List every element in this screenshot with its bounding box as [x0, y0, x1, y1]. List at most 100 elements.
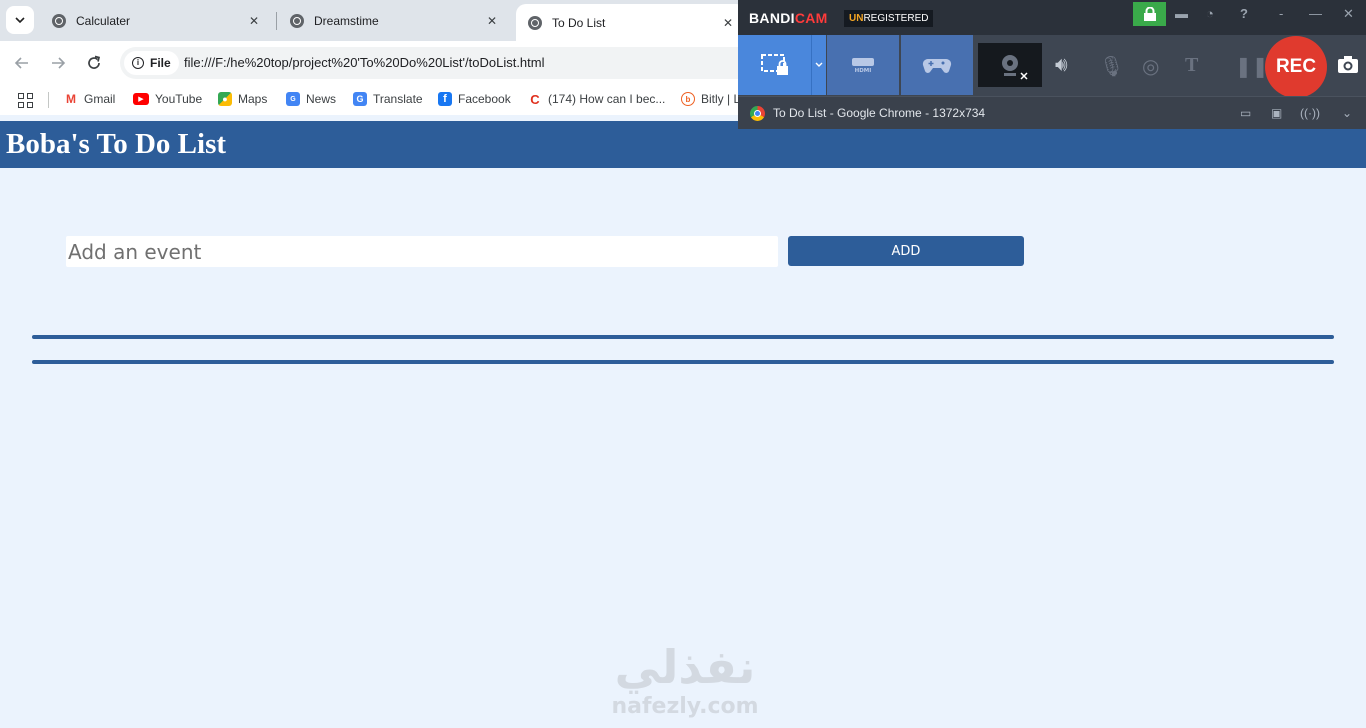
gmail-icon: M [64, 92, 78, 106]
bookmark-maps[interactable]: ● Maps [218, 92, 267, 106]
minimize-icon[interactable]: — [1309, 6, 1322, 21]
unregistered-prefix: UN [849, 13, 864, 24]
close-icon[interactable]: ✕ [1343, 6, 1354, 22]
tab-search-button[interactable] [6, 6, 34, 34]
list-bottom-divider [32, 360, 1334, 364]
list-top-divider [32, 335, 1334, 339]
tab-dreamstime[interactable]: Dreamstime ✕ [278, 6, 510, 36]
chrome-icon [750, 106, 765, 121]
tab-calculater[interactable]: Calculater ✕ [40, 6, 272, 36]
bookmark-facebook[interactable]: f Facebook [438, 92, 511, 106]
camera-icon [1338, 56, 1358, 73]
info-icon: i [132, 57, 144, 69]
watermark: نفذلي nafezly.com [600, 640, 770, 720]
bitly-icon: b [681, 92, 695, 106]
globe-icon [528, 15, 542, 30]
reload-button[interactable] [82, 51, 106, 75]
chevron-down-icon [15, 17, 25, 24]
help-icon[interactable]: ? [1240, 6, 1248, 21]
cursor-effect-icon[interactable]: ◎ [1142, 54, 1159, 79]
tab-separator [276, 12, 277, 30]
bandicam-logo-accent: CAM [794, 10, 828, 26]
bookmark-label: Maps [238, 92, 268, 106]
bandicam-titlebar[interactable]: BANDICAM UNREGISTERED ▬ ◔ ? - — ✕ [738, 0, 1366, 35]
expand-chevron-icon[interactable]: ⌄ [1342, 106, 1352, 120]
close-tab-icon[interactable]: ✕ [482, 14, 502, 28]
svg-text:HDMI: HDMI [855, 68, 872, 74]
youtube-icon: ▶ [133, 93, 149, 105]
site-info-chip[interactable]: i File [124, 51, 179, 75]
back-button[interactable] [10, 51, 34, 75]
bandicam-panel: BANDICAM UNREGISTERED ▬ ◔ ? - — ✕ HDMI 🔊… [738, 0, 1366, 129]
close-tab-icon[interactable]: ✕ [244, 14, 264, 28]
bookmark-label: YouTube [155, 92, 203, 106]
forward-button[interactable] [46, 51, 70, 75]
bookmark-label: Gmail [84, 92, 116, 106]
add-button[interactable]: ADD [788, 236, 1024, 266]
clock-icon[interactable]: ◔ [1206, 6, 1214, 21]
bookmarks-divider [48, 92, 49, 108]
unregistered-rest: REGISTERED [863, 13, 929, 24]
news-icon: G [286, 92, 300, 106]
gamepad-icon [922, 58, 952, 73]
bandicam-logo-main: BANDI [749, 10, 795, 26]
arrow-left-icon [14, 57, 28, 69]
globe-icon [52, 14, 66, 28]
event-input[interactable] [66, 236, 778, 267]
chevron-down-icon [815, 62, 823, 67]
lock-icon [1143, 6, 1156, 21]
bookmark-label: Bitly | L [701, 92, 741, 106]
bookmark-label: (174) How can I bec... [548, 92, 666, 106]
hdmi-icon: HDMI [852, 58, 874, 74]
facebook-icon: f [438, 92, 452, 106]
tab-title: Calculater [76, 14, 131, 28]
text-overlay-icon[interactable]: T [1185, 54, 1198, 77]
arrow-right-icon [52, 57, 66, 69]
bandicam-status-bar: To Do List - Google Chrome - 1372x734 ▭ … [738, 96, 1366, 129]
watermark-arabic: نفذلي [614, 640, 756, 694]
bookmark-youtube[interactable]: ▶ YouTube [133, 92, 202, 106]
tab-to-do-list[interactable]: To Do List ✕ [516, 4, 746, 41]
rec-button[interactable]: REC [1265, 36, 1327, 98]
mode-dropdown[interactable] [811, 35, 826, 95]
bookmark-label: News [306, 92, 337, 106]
minimize-small-icon[interactable]: - [1279, 6, 1283, 21]
translate-icon: G [353, 92, 367, 106]
bookmark-label: Facebook [458, 92, 511, 106]
broadcast-icon[interactable]: ((·)) [1300, 106, 1320, 120]
pause-icon[interactable]: ❚❚ [1235, 54, 1269, 79]
bookmark-label: Translate [373, 92, 423, 106]
bookmark-bitly[interactable]: b Bitly | L [681, 92, 740, 106]
webcam-overlay-button[interactable] [978, 43, 1042, 87]
image-capture-icon[interactable]: ▣ [1271, 106, 1282, 120]
screen-recording-mode[interactable] [738, 35, 811, 95]
bookmark-news[interactable]: G News [286, 92, 336, 106]
quora-icon: C [528, 92, 542, 107]
address-bar[interactable]: i File file:///F:/he%20top/project%20'To… [120, 47, 760, 79]
video-record-icon[interactable]: ▭ [1240, 106, 1251, 120]
bookmark-translate[interactable]: G Translate [353, 92, 423, 106]
game-recording-mode[interactable] [900, 35, 973, 95]
microphone-icon[interactable]: 🎙︎ [1099, 54, 1124, 79]
target-window-label: To Do List - Google Chrome - 1372x734 [773, 106, 986, 120]
bookmark-quora[interactable]: C (174) How can I bec... [528, 92, 666, 107]
tab-title: Dreamstime [314, 14, 379, 28]
lock-button[interactable] [1133, 2, 1166, 26]
device-recording-mode[interactable]: HDMI [826, 35, 899, 95]
speaker-icon[interactable]: 🔊︎ [1055, 54, 1068, 77]
page-title: Boba's To Do List [6, 128, 227, 160]
reload-icon [88, 55, 101, 69]
apps-grid-icon[interactable] [18, 93, 33, 108]
site-info-label: File [150, 56, 171, 70]
bookmark-gmail[interactable]: M Gmail [64, 92, 115, 106]
url-text[interactable]: file:///F:/he%20top/project%20'To%20Do%2… [184, 55, 544, 70]
close-tab-icon[interactable]: ✕ [718, 16, 738, 30]
watermark-latin: nafezly.com [611, 694, 759, 719]
maps-icon: ● [218, 92, 232, 106]
folder-icon[interactable]: ▬ [1175, 6, 1188, 21]
tab-title: To Do List [552, 15, 606, 30]
unregistered-badge[interactable]: UNREGISTERED [844, 10, 934, 27]
bandicam-logo: BANDICAM [749, 10, 828, 26]
globe-icon [290, 14, 304, 28]
screenshot-button[interactable] [1336, 52, 1360, 76]
